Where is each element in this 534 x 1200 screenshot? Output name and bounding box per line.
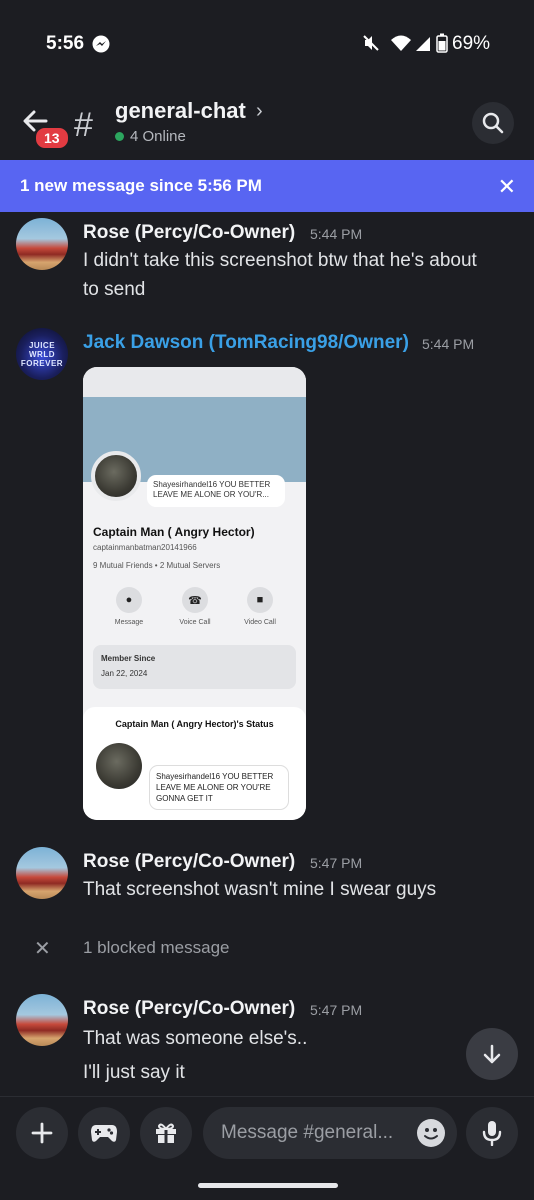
- message-author[interactable]: Rose (Percy/Co-Owner): [83, 851, 295, 873]
- blocked-text: 1 blocked message: [83, 938, 230, 957]
- member-since-date: Jan 22, 2024: [101, 669, 148, 678]
- signal-icon: [416, 37, 430, 51]
- scroll-to-bottom-button[interactable]: [466, 1028, 518, 1080]
- message-text: That was someone else's.. I'll just say …: [83, 1022, 523, 1092]
- avatar[interactable]: [16, 994, 68, 1046]
- mute-icon: [363, 35, 379, 51]
- new-message-banner[interactable]: 1 new message since 5:56 PM ✕: [0, 160, 534, 212]
- message-line: That was someone else's..: [83, 1028, 308, 1049]
- action-label: Voice Call: [179, 619, 211, 626]
- message-line: That screenshot wasn't mine I swear guys: [83, 879, 437, 900]
- message-time: 5:47 PM: [310, 855, 363, 871]
- emoji-icon[interactable]: [417, 1119, 445, 1147]
- message-author[interactable]: Rose (Percy/Co-Owner): [83, 998, 295, 1020]
- message-line: to send: [83, 279, 146, 300]
- action-message: ● Message: [104, 587, 154, 626]
- status-bar: 5:56 69%: [0, 0, 534, 80]
- online-count: 4 Online: [130, 128, 186, 145]
- close-icon: ✕: [34, 938, 51, 960]
- phone-icon: ☎: [182, 587, 208, 613]
- message-time: 5:44 PM: [310, 226, 363, 242]
- close-icon[interactable]: ✕: [498, 174, 516, 200]
- member-since-card: Member Since Jan 22, 2024: [93, 645, 296, 689]
- plus-icon: [31, 1122, 53, 1144]
- avatar[interactable]: [16, 218, 68, 270]
- action-video-call: ■ Video Call: [235, 587, 285, 626]
- online-status: 4 Online: [115, 128, 186, 145]
- voice-message-button[interactable]: [466, 1107, 518, 1159]
- video-icon: ■: [247, 587, 273, 613]
- avatar-text: JUICE WRLD FOREVER: [20, 340, 64, 368]
- action-label: Message: [114, 619, 144, 626]
- status-bubble: Shayesirhandel16 YOU BETTER LEAVE ME ALO…: [147, 475, 285, 507]
- battery-percent: 69%: [452, 33, 491, 54]
- chat-icon: ●: [116, 587, 142, 613]
- home-indicator[interactable]: [198, 1183, 338, 1188]
- message-time: 5:44 PM: [422, 336, 475, 352]
- action-voice-call: ☎ Voice Call: [170, 587, 220, 626]
- hash-icon: #: [74, 106, 93, 144]
- unread-badge: 13: [34, 126, 70, 150]
- battery-icon: [436, 33, 448, 53]
- search-button[interactable]: [472, 102, 514, 144]
- search-icon: [482, 112, 504, 134]
- gift-icon: [156, 1123, 176, 1143]
- online-dot: [115, 132, 124, 141]
- message-text: I didn't take this screenshot btw that h…: [83, 246, 523, 304]
- message-line: I'll just say it: [83, 1062, 185, 1083]
- member-since-label: Member Since: [101, 654, 156, 663]
- banner-text: 1 new message since 5:56 PM: [20, 176, 262, 195]
- status-sheet: Captain Man ( Angry Hector)'s Status Sha…: [83, 707, 306, 820]
- message-line: I didn't take this screenshot btw that h…: [83, 250, 477, 271]
- message-author[interactable]: Jack Dawson (TomRacing98/Owner): [83, 332, 409, 354]
- message-placeholder: Message #general...: [221, 1122, 394, 1143]
- gift-button[interactable]: [140, 1107, 192, 1159]
- status-sheet-text: Shayesirhandel16 YOU BETTER LEAVE ME ALO…: [149, 765, 289, 810]
- message-composer: Message #general...: [0, 1096, 534, 1200]
- image-attachment[interactable]: Shayesirhandel16 YOU BETTER LEAVE ME ALO…: [83, 367, 306, 820]
- arrow-down-icon: [483, 1044, 501, 1064]
- action-label: Video Call: [244, 619, 276, 626]
- message-time: 5:47 PM: [310, 1002, 363, 1018]
- clock: 5:56: [46, 33, 85, 54]
- profile-name: Captain Man ( Angry Hector): [93, 525, 255, 539]
- activities-button[interactable]: [78, 1107, 130, 1159]
- avatar[interactable]: JUICE WRLD FOREVER: [16, 328, 68, 380]
- gamepad-icon: [91, 1125, 117, 1142]
- profile-username: captainmanbatman20141966: [93, 543, 197, 552]
- wifi-icon: [391, 35, 411, 51]
- messenger-icon: [92, 35, 110, 53]
- channel-header: 13 # general-chat › 4 Online: [0, 88, 534, 158]
- message-input[interactable]: Message #general...: [203, 1107, 457, 1159]
- channel-title[interactable]: general-chat: [115, 98, 246, 124]
- status-sheet-title: Captain Man ( Angry Hector)'s Status: [115, 719, 274, 729]
- chevron-right-icon[interactable]: ›: [256, 100, 263, 123]
- profile-avatar: [91, 451, 141, 501]
- add-button[interactable]: [16, 1107, 68, 1159]
- message-text: That screenshot wasn't mine I swear guys: [83, 875, 523, 904]
- avatar[interactable]: [16, 847, 68, 899]
- status-sheet-avatar: [96, 743, 142, 789]
- message-author[interactable]: Rose (Percy/Co-Owner): [83, 222, 295, 244]
- mic-icon: [482, 1121, 502, 1146]
- blocked-message[interactable]: ✕ 1 blocked message: [0, 936, 534, 962]
- mutual-info: 9 Mutual Friends • 2 Mutual Servers: [93, 561, 221, 570]
